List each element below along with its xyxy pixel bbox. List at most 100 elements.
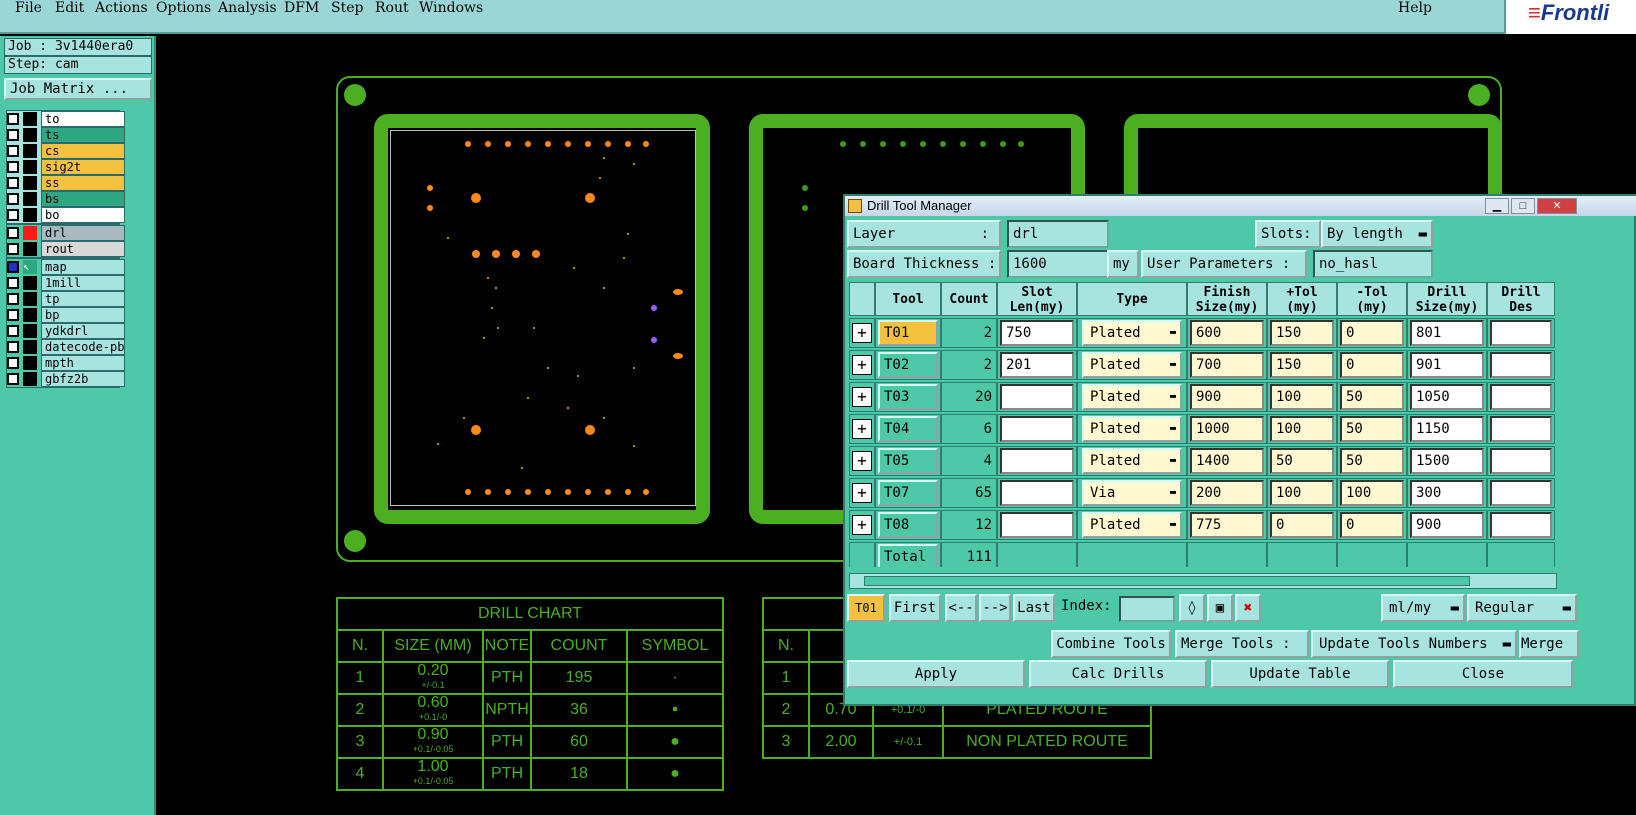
expand-icon[interactable]: + (852, 483, 872, 503)
layer-name[interactable]: datecode-pbo (41, 339, 125, 355)
close-button[interactable]: Close (1393, 660, 1573, 688)
menu-windows[interactable]: Windows (419, 0, 483, 16)
layer-row-map[interactable]: ↖ map (7, 259, 125, 275)
ptol-input[interactable]: 150 (1270, 320, 1334, 346)
layer-name[interactable]: ydkdrl (41, 323, 125, 339)
picture-icon[interactable]: ▣ (1207, 594, 1233, 622)
layer-name[interactable]: ts (41, 127, 125, 143)
ptol-input[interactable]: 100 (1270, 480, 1334, 506)
des-input[interactable] (1490, 512, 1552, 538)
board-thickness-field[interactable]: 1600 (1007, 250, 1109, 278)
type-dropdown[interactable]: Plated ▬ (1082, 416, 1182, 442)
layer-checkbox[interactable] (7, 193, 19, 205)
mode-dropdown[interactable]: Regular ▬ (1467, 594, 1577, 622)
layer-name[interactable]: ss (41, 175, 125, 191)
menu-edit[interactable]: Edit (55, 0, 84, 16)
layer-name[interactable]: tp (41, 291, 125, 307)
layer-checkbox[interactable] (7, 293, 19, 305)
layer-name[interactable]: rout (41, 241, 125, 257)
layer-checkbox[interactable] (7, 177, 19, 189)
layer-checkbox[interactable] (7, 341, 19, 353)
type-dropdown[interactable]: Plated ▬ (1082, 320, 1182, 346)
layer-row-ts[interactable]: ts (7, 127, 125, 143)
des-input[interactable] (1490, 320, 1552, 346)
layer-row-datecode-pbo[interactable]: datecode-pbo (7, 339, 125, 355)
expand-icon[interactable]: + (852, 451, 872, 471)
des-input[interactable] (1490, 416, 1552, 442)
units-dropdown[interactable]: ml/my ▬ (1381, 594, 1465, 622)
layer-checkbox[interactable] (7, 373, 19, 385)
layer-name[interactable]: bs (41, 191, 125, 207)
menu-help[interactable]: Help (1398, 0, 1432, 16)
ptol-input[interactable]: 0 (1270, 512, 1334, 538)
layer-row-to[interactable]: to (7, 111, 125, 127)
slots-dropdown[interactable]: By length ▬ (1321, 220, 1433, 248)
index-field[interactable] (1119, 596, 1175, 622)
tool-button[interactable]: T03 (878, 384, 938, 410)
finish-input[interactable]: 700 (1190, 352, 1264, 378)
layer-checkbox[interactable] (7, 261, 19, 273)
layer-row-sig2t[interactable]: sig2t (7, 159, 125, 175)
layer-row-bp[interactable]: bp (7, 307, 125, 323)
layer-row-cs[interactable]: cs (7, 143, 125, 159)
mtol-input[interactable]: 0 (1340, 320, 1404, 346)
layer-checkbox[interactable] (7, 227, 19, 239)
type-dropdown[interactable]: Plated ▬ (1082, 384, 1182, 410)
layer-name[interactable]: drl (41, 225, 125, 241)
calc-drills-button[interactable]: Calc Drills (1029, 660, 1207, 688)
tool-button[interactable]: T07 (878, 480, 938, 506)
merge-button[interactable]: Merge (1519, 630, 1579, 658)
layer-name[interactable]: gbfz2b (41, 371, 125, 387)
des-input[interactable] (1490, 448, 1552, 474)
layer-row-1mill[interactable]: 1mill (7, 275, 125, 291)
mtol-input[interactable]: 50 (1340, 448, 1404, 474)
layer-name[interactable]: cs (41, 143, 125, 159)
layer-row-drl[interactable]: drl (7, 225, 125, 241)
next-button[interactable]: --> (979, 594, 1011, 622)
mtol-input[interactable]: 100 (1340, 480, 1404, 506)
menu-actions[interactable]: Actions (95, 0, 148, 16)
layer-checkbox[interactable] (7, 243, 19, 255)
drill-input[interactable]: 1500 (1410, 448, 1484, 474)
layer-row-rout[interactable]: rout (7, 241, 125, 257)
des-input[interactable] (1490, 480, 1552, 506)
type-dropdown[interactable]: Plated ▬ (1082, 512, 1182, 538)
slot-input[interactable] (1000, 512, 1074, 538)
layer-row-ydkdrl[interactable]: ydkdrl (7, 323, 125, 339)
ptol-input[interactable]: 100 (1270, 416, 1334, 442)
layer-checkbox[interactable] (7, 357, 19, 369)
menu-options[interactable]: Options (156, 0, 211, 16)
tool-button[interactable]: T04 (878, 416, 938, 442)
user-params-field[interactable]: no_hasl (1313, 250, 1433, 278)
maximize-icon[interactable]: □ (1511, 198, 1535, 214)
horizontal-scrollbar[interactable] (849, 573, 1557, 589)
finish-input[interactable]: 775 (1190, 512, 1264, 538)
layer-name[interactable]: to (41, 111, 125, 127)
layer-row-ss[interactable]: ss (7, 175, 125, 191)
minimize-icon[interactable]: ▁ (1485, 198, 1509, 214)
des-input[interactable] (1490, 384, 1552, 410)
update-table-button[interactable]: Update Table (1211, 660, 1389, 688)
menu-file[interactable]: File (15, 0, 42, 16)
drill-input[interactable]: 1150 (1410, 416, 1484, 442)
layer-name[interactable]: map (41, 259, 125, 275)
slot-input[interactable] (1000, 416, 1074, 442)
mtol-input[interactable]: 0 (1340, 352, 1404, 378)
type-dropdown[interactable]: Via ▬ (1082, 480, 1182, 506)
des-input[interactable] (1490, 352, 1552, 378)
mtol-input[interactable]: 50 (1340, 384, 1404, 410)
drill-input[interactable]: 900 (1410, 512, 1484, 538)
update-numbers-dropdown[interactable]: Update Tools Numbers ▬ (1311, 630, 1517, 658)
layer-checkbox[interactable] (7, 113, 19, 125)
slot-input[interactable] (1000, 480, 1074, 506)
drill-input[interactable]: 300 (1410, 480, 1484, 506)
delete-icon[interactable]: ✖ (1235, 594, 1261, 622)
drill-input[interactable]: 1050 (1410, 384, 1484, 410)
layer-checkbox[interactable] (7, 325, 19, 337)
expand-icon[interactable]: + (852, 387, 872, 407)
layer-checkbox[interactable] (7, 277, 19, 289)
mtol-input[interactable]: 50 (1340, 416, 1404, 442)
layer-checkbox[interactable] (7, 129, 19, 141)
layer-name[interactable]: 1mill (41, 275, 125, 291)
expand-icon[interactable]: + (852, 323, 872, 343)
